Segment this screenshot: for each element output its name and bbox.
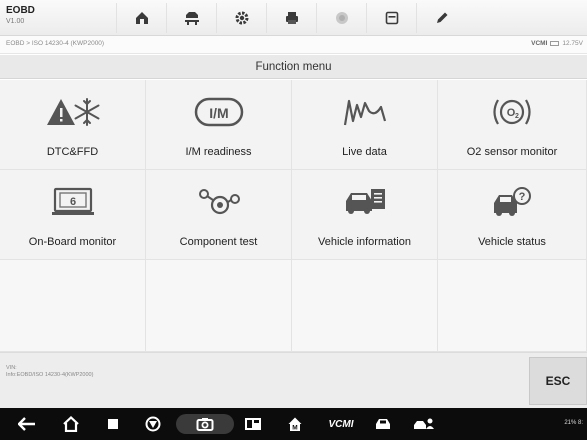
help-button[interactable] [316,3,366,33]
home-nav-button[interactable] [58,414,84,434]
screen-record-button[interactable] [240,414,266,434]
home-button[interactable] [116,3,166,33]
onboard-monitor-icon: 6 [51,187,94,215]
camera-button[interactable] [176,414,234,434]
screen-record-icon [245,418,261,430]
vehicle-info-icon [345,189,385,214]
system-nav-bar: M VCMI 21% 8: [0,408,587,440]
system-status: 21% 8: [564,420,583,426]
car-icon [376,419,390,429]
function-grid: DTC&FFD I/M I/M readiness Live data O 2 [0,80,587,352]
o2-sensor-icon: O 2 [493,99,531,125]
function-menu-title: Function menu [0,55,587,79]
app-name: EOBD [6,5,35,16]
tile-label: Component test [179,236,258,248]
empty-cell [292,260,438,352]
recent-apps-icon [108,419,118,429]
component-test-icon [198,189,240,215]
tile-o2-sensor-monitor[interactable]: O 2 O2 sensor monitor [438,80,587,170]
print-button[interactable] [266,3,316,33]
breadcrumb-row: EOBD > ISO 14230-4 (KWP2000) VCMI 12.75V [0,36,587,54]
top-toolbar: EOBD V1.00 [0,0,587,36]
camera-icon [196,418,214,431]
svg-text:?: ? [519,191,526,203]
save-button[interactable] [366,3,416,33]
tile-vehicle-status[interactable]: ? Vehicle status [438,170,587,260]
protocol-info: Info:EOBD/ISO 14230-4(KWP2000) [6,372,94,378]
empty-cell [0,260,146,352]
help-icon [335,12,348,24]
car-lift-icon [184,12,199,25]
im-readiness-icon: I/M [194,97,243,127]
empty-cell [438,260,587,352]
maxifix-home-button[interactable]: M [282,414,308,434]
info-bar: VIN: Info:EOBD/ISO 14230-4(KWP2000) ESC [0,352,587,408]
app-version: V1.00 [6,18,25,25]
tile-label: O2 sensor monitor [466,146,558,158]
battery-icon [550,41,560,46]
home-outline-icon [63,416,79,432]
svg-text:6: 6 [69,196,75,208]
tile-label: Vehicle status [478,236,546,248]
dtc-snowflake-warning-icon [46,98,99,126]
vcmi-button[interactable]: VCMI [324,414,358,434]
tile-vehicle-information[interactable]: Vehicle information [292,170,438,260]
vehicle-menu-button[interactable] [166,3,216,33]
voltage-indicator: VCMI 12.75V [531,40,583,47]
vehicle-info-text: VIN: Info:EOBD/ISO 14230-4(KWP2000) [6,365,93,379]
tile-component-test[interactable]: Component test [146,170,292,260]
tile-live-data[interactable]: Live data [292,80,438,170]
tile-label: Live data [342,146,387,158]
tile-im-readiness[interactable]: I/M I/M readiness [146,80,292,170]
save-icon [385,11,398,25]
tile-label: Vehicle information [318,236,411,248]
printer-icon [285,12,298,24]
tile-onboard-monitor[interactable]: 6 On-Board monitor [0,170,146,260]
vcmi-label: VCMI [531,40,548,47]
back-button[interactable] [14,414,40,434]
browser-icon [145,416,161,432]
recent-apps-button[interactable] [100,414,126,434]
back-arrow-icon [18,417,35,431]
svg-text:M: M [292,425,297,432]
home-icon [135,12,148,24]
breadcrumb: EOBD > ISO 14230-4 (KWP2000) [6,40,105,47]
gear-icon [235,11,248,25]
car-person-icon [414,418,434,429]
tile-dtc-ffd[interactable]: DTC&FFD [0,80,146,170]
svg-text:2: 2 [515,113,519,120]
vehicle-status-icon: ? [494,187,531,216]
live-data-wave-icon [343,99,386,126]
tile-label: I/M readiness [185,146,252,158]
tile-label: On-Board monitor [28,236,117,248]
vin-label: VIN: [6,365,17,371]
voltage-value: 12.75V [562,40,583,47]
house-m-icon: M [288,417,302,432]
car-shortcut-button[interactable] [370,414,396,434]
pencil-icon [436,12,447,23]
edit-button[interactable] [416,3,466,33]
svg-text:I/M: I/M [209,105,228,121]
browser-button[interactable] [140,414,166,434]
remote-expert-button[interactable] [410,414,438,434]
vcmi-icon: VCMI [328,418,354,430]
tile-label: DTC&FFD [46,146,99,158]
esc-button[interactable]: ESC [529,357,587,405]
settings-button[interactable] [216,3,266,33]
empty-cell [146,260,292,352]
